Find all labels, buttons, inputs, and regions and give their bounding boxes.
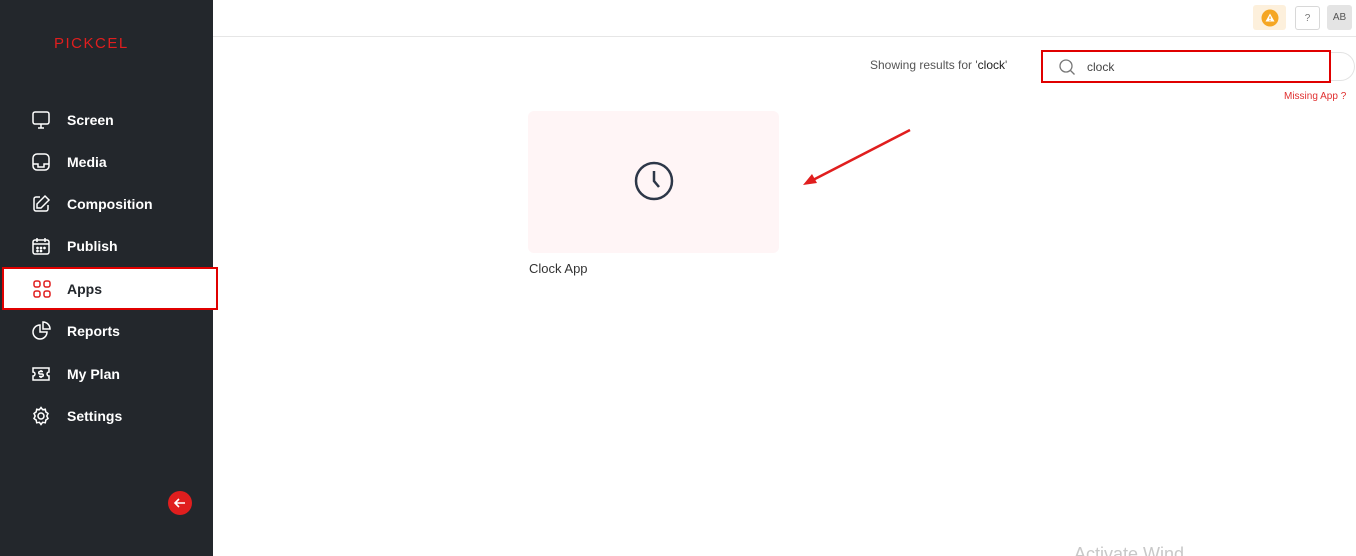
os-watermark: Activate Wind xyxy=(1074,544,1185,556)
sidebar-item-media[interactable]: Media xyxy=(0,144,213,180)
sidebar: PICKCEL Screen Media Composition Publish xyxy=(0,0,218,556)
sidebar-item-settings[interactable]: Settings xyxy=(0,398,213,434)
avatar[interactable]: AB xyxy=(1327,5,1352,30)
app-card-title[interactable]: Clock App xyxy=(529,261,588,276)
sidebar-item-composition[interactable]: Composition xyxy=(0,186,213,222)
help-button[interactable]: ? xyxy=(1295,6,1320,30)
apps-grid-icon xyxy=(31,278,53,300)
dollar-ticket-icon xyxy=(30,363,52,385)
sidebar-item-screen[interactable]: Screen xyxy=(0,102,213,138)
logo-text: PICKCEL xyxy=(54,35,129,52)
search-box-edge xyxy=(1331,52,1355,81)
sidebar-item-label: Publish xyxy=(67,238,118,254)
pickcel-logo[interactable]: PICKCEL xyxy=(54,33,161,53)
top-bar xyxy=(213,0,1356,37)
sidebar-item-label: My Plan xyxy=(67,366,120,382)
clock-icon xyxy=(634,161,674,201)
sidebar-item-my-plan[interactable]: My Plan xyxy=(0,356,213,392)
pie-chart-icon xyxy=(30,320,52,342)
sidebar-item-reports[interactable]: Reports xyxy=(0,313,213,349)
monitor-icon xyxy=(30,109,52,131)
media-folder-icon xyxy=(30,151,52,173)
sidebar-item-label: Settings xyxy=(67,408,123,424)
sidebar-item-label: Reports xyxy=(67,323,120,339)
results-query: clock xyxy=(977,58,1006,72)
sidebar-item-label: Apps xyxy=(67,280,102,297)
sidebar-item-apps[interactable]: Apps xyxy=(2,267,218,310)
sidebar-item-label: Composition xyxy=(67,196,153,212)
warning-icon xyxy=(1261,9,1278,26)
alert-button[interactable] xyxy=(1253,5,1286,30)
sidebar-item-label: Screen xyxy=(67,112,114,128)
search-input[interactable] xyxy=(1087,58,1317,76)
arrow-left-icon xyxy=(173,498,185,508)
search-box[interactable] xyxy=(1041,50,1331,83)
search-results-caption: Showing results for 'clock' xyxy=(870,58,1007,72)
annotation-arrow xyxy=(803,128,911,185)
sidebar-item-label: Media xyxy=(67,154,107,170)
results-prefix: Showing results for ' xyxy=(870,58,978,72)
search-icon xyxy=(1059,59,1075,75)
app-root: PICKCEL Screen Media Composition Publish xyxy=(0,0,1356,556)
missing-app-link[interactable]: Missing App ? xyxy=(1284,91,1346,102)
results-suffix: ' xyxy=(1005,58,1008,72)
gear-icon xyxy=(30,405,52,427)
collapse-sidebar-button[interactable] xyxy=(168,491,192,515)
edit-icon xyxy=(30,193,52,215)
calendar-icon xyxy=(30,235,52,257)
sidebar-item-publish[interactable]: Publish xyxy=(0,228,213,264)
app-card-clock[interactable] xyxy=(528,111,779,253)
